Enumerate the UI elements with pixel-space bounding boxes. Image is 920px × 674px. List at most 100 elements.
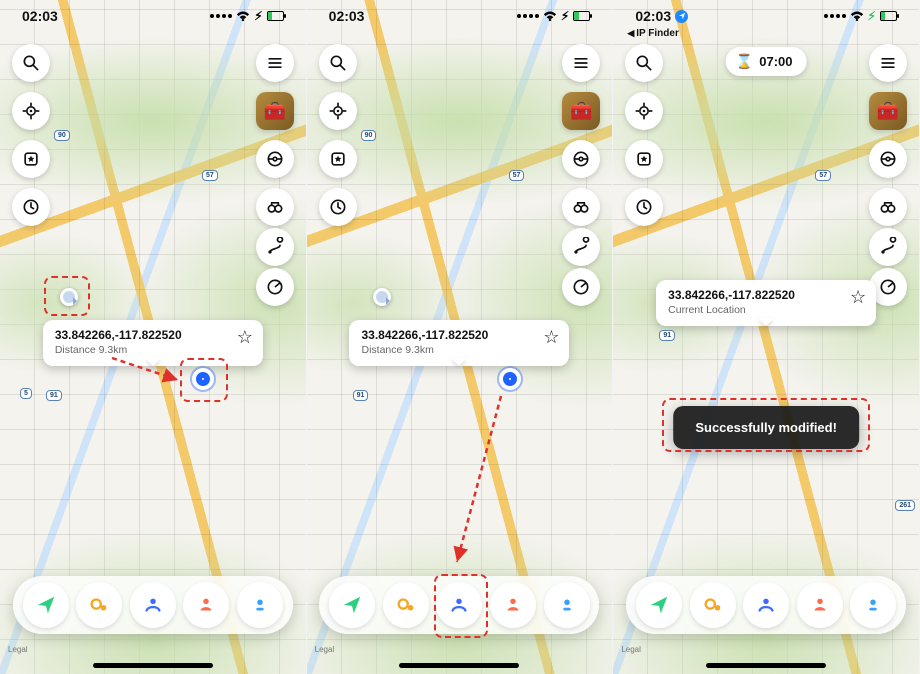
treasure-icon: 🧰 — [263, 101, 285, 122]
coordinates-text: 33.842266,-117.822520 — [668, 288, 795, 302]
previous-location-pin — [373, 288, 391, 306]
favorite-star-icon[interactable]: ☆ — [237, 328, 253, 346]
cell-signal-icon — [824, 14, 846, 18]
selected-location-pin[interactable] — [192, 368, 214, 390]
coordinate-tooltip[interactable]: 33.842266,-117.822520 Distance 9.3km ☆ — [349, 320, 569, 366]
cell-signal-icon — [210, 14, 232, 18]
search-button[interactable] — [12, 44, 50, 82]
walk-button[interactable] — [690, 582, 736, 628]
multi-stop-button[interactable] — [130, 582, 176, 628]
treasure-button[interactable]: 🧰 — [562, 92, 600, 130]
charging-icon: ⚡︎ — [868, 9, 876, 23]
back-to-app-breadcrumb[interactable]: ◀ IP Finder — [627, 28, 679, 39]
person-pin-button[interactable] — [797, 582, 843, 628]
favorite-star-icon[interactable]: ☆ — [543, 328, 559, 346]
coordinate-tooltip[interactable]: 33.842266,-117.822520 Current Location ☆ — [656, 280, 876, 326]
highway-shield: 91 — [659, 330, 675, 341]
ios-home-indicator — [706, 663, 826, 668]
battery-icon — [267, 11, 284, 21]
location-services-icon — [675, 10, 688, 23]
locate-me-button[interactable] — [12, 92, 50, 130]
treasure-icon: 🧰 — [877, 101, 899, 122]
highway-shield: 261 — [895, 500, 915, 511]
bottom-action-bar — [626, 576, 906, 634]
clock-time: 02:03 — [22, 8, 58, 24]
history-button[interactable] — [12, 188, 50, 226]
favorites-button[interactable] — [12, 140, 50, 178]
breadcrumb-label: IP Finder — [636, 28, 679, 39]
walk-button[interactable] — [383, 582, 429, 628]
clock-time: 02:03 — [635, 8, 671, 24]
wifi-icon — [543, 11, 557, 21]
person-pin-button[interactable] — [183, 582, 229, 628]
wifi-icon — [850, 11, 864, 21]
coordinates-text: 33.842266,-117.822520 — [55, 328, 182, 342]
multi-stop-button[interactable] — [436, 582, 482, 628]
highway-shield: 90 — [54, 130, 70, 141]
history-button[interactable] — [319, 188, 357, 226]
highway-shield: 91 — [46, 390, 62, 401]
treasure-icon: 🧰 — [570, 101, 592, 122]
treasure-button[interactable]: 🧰 — [256, 92, 294, 130]
teleport-button[interactable] — [329, 582, 375, 628]
map-attribution: Legal — [315, 645, 335, 654]
teleport-button[interactable] — [23, 582, 69, 628]
binoculars-button[interactable] — [869, 188, 907, 226]
hourglass-icon: ⌛ — [736, 53, 753, 70]
ios-home-indicator — [399, 663, 519, 668]
screenshot-step-3: 02:03 ⚡︎ ◀ IP Finder 🧰 ⌛ 07:00 33.842266… — [613, 0, 920, 674]
cooldown-time: 07:00 — [759, 54, 792, 69]
treasure-button[interactable]: 🧰 — [869, 92, 907, 130]
locate-me-button[interactable] — [319, 92, 357, 130]
previous-location-pin — [60, 288, 78, 306]
jump-button[interactable] — [850, 582, 896, 628]
jump-button[interactable] — [544, 582, 590, 628]
jump-button[interactable] — [237, 582, 283, 628]
bottom-action-bar — [13, 576, 293, 634]
pokeball-button[interactable] — [256, 140, 294, 178]
menu-button[interactable] — [869, 44, 907, 82]
ios-status-bar: 02:03 ⚡︎ — [613, 6, 919, 26]
back-chevron-icon: ◀ — [627, 28, 634, 39]
route-button[interactable] — [256, 228, 294, 266]
walk-button[interactable] — [76, 582, 122, 628]
coordinate-tooltip[interactable]: 33.842266,-117.822520 Distance 9.3km ☆ — [43, 320, 263, 366]
toast-message: Successfully modified! — [695, 420, 837, 435]
coordinates-text: 33.842266,-117.822520 — [361, 328, 488, 342]
success-toast: Successfully modified! — [673, 406, 859, 449]
highway-shield: 91 — [353, 390, 369, 401]
wifi-icon — [236, 11, 250, 21]
route-button[interactable] — [869, 228, 907, 266]
binoculars-button[interactable] — [256, 188, 294, 226]
favorites-button[interactable] — [319, 140, 357, 178]
location-sub-text: Current Location — [668, 304, 795, 316]
radar-button[interactable] — [256, 268, 294, 306]
cell-signal-icon — [517, 14, 539, 18]
screenshot-step-2: 02:03 ⚡︎ 🧰 33.842266,-117.822520 Distanc… — [307, 0, 614, 674]
ios-status-bar: 02:03 ⚡︎ — [307, 6, 613, 26]
favorite-star-icon[interactable]: ☆ — [850, 288, 866, 306]
highway-shield: 57 — [509, 170, 525, 181]
distance-text: Distance 9.3km — [55, 344, 182, 356]
screenshot-step-1: 02:03 ⚡︎ 🧰 33. — [0, 0, 307, 674]
battery-icon — [573, 11, 590, 21]
teleport-button[interactable] — [636, 582, 682, 628]
highway-shield: 90 — [361, 130, 377, 141]
charging-icon: ⚡︎ — [254, 9, 262, 23]
bottom-action-bar — [319, 576, 599, 634]
charging-icon: ⚡︎ — [561, 9, 569, 23]
map-attribution: Legal — [8, 645, 28, 654]
search-button[interactable] — [319, 44, 357, 82]
pokeball-button[interactable] — [869, 140, 907, 178]
cooldown-chip[interactable]: ⌛ 07:00 — [726, 47, 807, 76]
selected-location-pin[interactable] — [499, 368, 521, 390]
person-pin-button[interactable] — [490, 582, 536, 628]
ios-home-indicator — [93, 663, 213, 668]
multi-stop-button[interactable] — [743, 582, 789, 628]
menu-button[interactable] — [256, 44, 294, 82]
clock-time: 02:03 — [329, 8, 365, 24]
highway-shield: 57 — [202, 170, 218, 181]
battery-icon — [880, 11, 897, 21]
ios-status-bar: 02:03 ⚡︎ — [0, 6, 306, 26]
map-attribution: Legal — [621, 645, 641, 654]
